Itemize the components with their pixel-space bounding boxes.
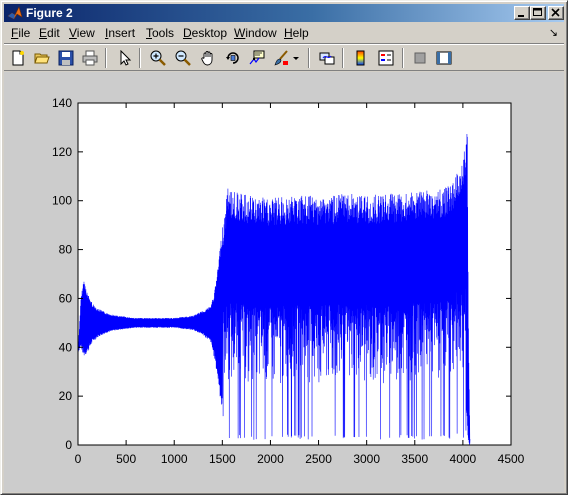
zoom-in-icon[interactable]: [147, 47, 169, 69]
y-tick-label: 40: [59, 340, 73, 354]
x-tick-label: 3500: [401, 452, 428, 466]
x-tick-label: 2500: [305, 452, 332, 466]
open-file-icon[interactable]: [31, 47, 53, 69]
colorbar-icon[interactable]: [350, 47, 372, 69]
hide-plot-tools-icon[interactable]: [409, 47, 431, 69]
y-tick-label: 140: [52, 96, 72, 110]
x-tick-label: 3000: [353, 452, 380, 466]
close-button[interactable]: [548, 6, 564, 20]
x-tick-label: 2000: [257, 452, 284, 466]
y-tick-label: 80: [59, 243, 73, 257]
x-tick-label: 1500: [209, 452, 236, 466]
select-arrow-icon[interactable]: [114, 47, 136, 69]
x-tick-label: 500: [116, 452, 136, 466]
figure-toolbar: [4, 43, 564, 71]
save-icon[interactable]: [55, 47, 77, 69]
menu-desktop[interactable]: Desktop: [183, 26, 227, 40]
pan-hand-icon[interactable]: [197, 47, 219, 69]
minimize-button[interactable]: [514, 6, 530, 20]
menu-edit[interactable]: Edit: [39, 26, 60, 40]
new-figure-icon[interactable]: [7, 47, 29, 69]
matlab-logo-icon: [7, 5, 23, 21]
menu-tools[interactable]: Tools: [146, 26, 174, 40]
data-cursor-icon[interactable]: [246, 47, 268, 69]
link-plot-icon[interactable]: [316, 47, 338, 69]
legend-icon[interactable]: [375, 47, 397, 69]
line-chart: 0 500 1000 1500 2000 2500 3000 3500 4000 4500 0 20 4…: [52, 96, 525, 466]
x-tick-label: 1000: [161, 452, 188, 466]
zoom-out-icon[interactable]: [172, 47, 194, 69]
brush-icon[interactable]: [270, 47, 292, 69]
window-title: Figure 2: [26, 6, 73, 20]
menu-file[interactable]: File: [11, 26, 30, 40]
maximize-button[interactable]: [530, 6, 546, 20]
dock-arrow-icon[interactable]: ↘: [549, 26, 558, 39]
figure-canvas[interactable]: 0 500 1000 1500 2000 2500 3000 3500 4000 4500 0 20 4…: [4, 72, 564, 492]
y-tick-label: 0: [65, 438, 72, 452]
x-tick-label: 4500: [498, 452, 525, 466]
menu-insert[interactable]: Insert: [105, 26, 135, 40]
print-icon[interactable]: [79, 47, 101, 69]
y-tick-label: 120: [52, 145, 72, 159]
rotate-3d-icon[interactable]: [222, 47, 244, 69]
menu-help[interactable]: Help: [284, 26, 309, 40]
x-tick-label: 0: [75, 452, 82, 466]
brush-dropdown-icon[interactable]: [291, 47, 301, 69]
menu-window[interactable]: Window: [234, 26, 277, 40]
menu-bar: File Edit View Insert Tools Desktop Wind…: [4, 23, 564, 42]
y-tick-label: 20: [59, 389, 73, 403]
menu-view[interactable]: View: [69, 26, 95, 40]
y-tick-label: 60: [59, 291, 73, 305]
y-tick-label: 100: [52, 194, 72, 208]
x-tick-label: 4000: [450, 452, 477, 466]
title-bar[interactable]: Figure 2: [4, 4, 564, 22]
show-plot-tools-icon[interactable]: [433, 47, 455, 69]
figure-window: Figure 2 File Edit View Insert Tools Des…: [0, 0, 568, 495]
